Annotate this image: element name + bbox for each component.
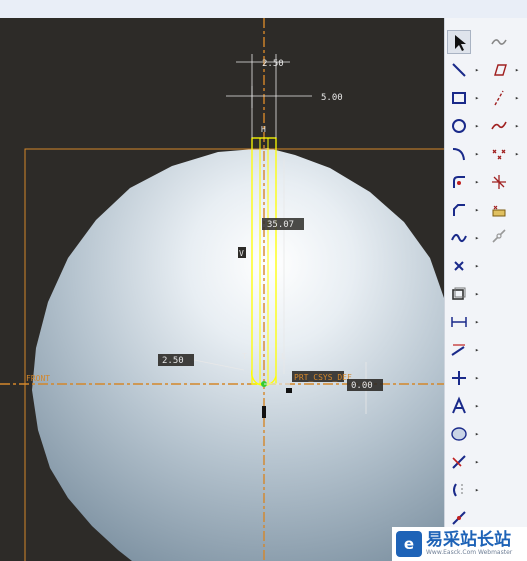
constraint-t-label: T <box>242 352 247 361</box>
tool-datum-axis[interactable] <box>487 86 511 110</box>
tool-datum-point[interactable] <box>487 142 511 166</box>
graphics-window[interactable]: 2.50 5.00 H 35.07 V 2.50 T L FRONT PRT_C… <box>0 18 444 561</box>
tool-flyout-arrow[interactable]: ▸ <box>475 430 481 438</box>
chain-icon <box>492 229 506 243</box>
tool-trim[interactable] <box>447 450 471 474</box>
tool-flyout-arrow[interactable]: ▸ <box>515 150 521 158</box>
mirror-icon <box>453 483 463 497</box>
tool-spline[interactable] <box>447 226 471 250</box>
dim-height[interactable]: 35.07 <box>267 220 294 230</box>
tool-line[interactable] <box>447 58 471 82</box>
tool-flyout-arrow[interactable]: ▸ <box>475 346 481 354</box>
tool-flyout-arrow[interactable]: ▸ <box>475 150 481 158</box>
datum-curve-icon <box>491 39 507 45</box>
circle-icon <box>452 119 466 133</box>
divide-icon <box>452 511 466 525</box>
tool-csys[interactable] <box>487 170 511 194</box>
tool-flyout-arrow[interactable]: ▸ <box>475 122 481 130</box>
tool-flyout-arrow[interactable]: ▸ <box>515 94 521 102</box>
csys-icon <box>492 175 506 189</box>
line-icon <box>452 63 466 77</box>
constraint-v-label: V <box>239 249 244 258</box>
constraint-h-label: H <box>261 125 266 134</box>
sketch-canvas[interactable]: 2.50 5.00 H 35.07 V 2.50 T L FRONT PRT_C… <box>0 18 444 561</box>
csys-label: PRT_CSYS_DEF <box>294 373 352 382</box>
point-icon <box>454 261 464 271</box>
tool-flyout-arrow[interactable]: ▸ <box>475 94 481 102</box>
dim-offset[interactable]: 5.00 <box>321 93 343 103</box>
rectangle-icon <box>452 92 466 104</box>
spline-icon <box>451 234 467 242</box>
tool-flyout-arrow[interactable]: ▸ <box>515 66 521 74</box>
tool-flyout-arrow[interactable]: ▸ <box>475 206 481 214</box>
tool-flyout-arrow[interactable]: ▸ <box>475 486 481 494</box>
watermark-sub: Www.Easck.Com Webmaster <box>426 549 513 556</box>
datum-axis-icon <box>494 90 504 106</box>
tool-mirror[interactable] <box>447 478 471 502</box>
dim-bottom[interactable]: 0.00 <box>351 381 373 391</box>
tool-flyout-arrow[interactable]: ▸ <box>475 318 481 326</box>
top-toolbar-strip <box>0 0 527 19</box>
tool-flyout-arrow[interactable]: ▸ <box>475 178 481 186</box>
tool-datum-plane[interactable] <box>487 58 511 82</box>
watermark-logo: e <box>396 531 422 557</box>
tool-flyout-arrow[interactable]: ▸ <box>475 66 481 74</box>
tool-fillet[interactable] <box>447 170 471 194</box>
tool-offset[interactable] <box>447 282 471 306</box>
chamfer-icon <box>453 204 465 216</box>
tool-dimension[interactable] <box>447 310 471 334</box>
tool-flyout-arrow[interactable]: ▸ <box>475 234 481 242</box>
dim-radius[interactable]: 2.50 <box>162 356 184 366</box>
modify-icon <box>451 344 465 356</box>
constraint-icon <box>452 371 466 385</box>
tool-modify[interactable] <box>447 338 471 362</box>
tool-circle[interactable] <box>447 114 471 138</box>
text-icon <box>452 396 466 414</box>
sketched-curve-icon <box>491 121 507 130</box>
sketch-toolbar: ▸ ▸ ▸ ▸ ▸ ▸ ▸ ▸ ▸ ▸ ▸ ▸ ▸ ▸ ▸ ▸ ▸ ▸ ▸ ▸ <box>444 18 527 561</box>
fillet-icon <box>453 176 465 188</box>
sphere-body <box>32 148 444 561</box>
tool-select[interactable] <box>447 30 471 54</box>
tool-sketched-curve[interactable] <box>487 114 511 138</box>
csys-y-marker <box>262 406 266 418</box>
offset-icon <box>452 287 466 300</box>
trim-icon <box>452 455 466 469</box>
tool-flyout-arrow[interactable]: ▸ <box>475 374 481 382</box>
watermark-main: 易采站长站 <box>426 530 511 550</box>
tool-chain[interactable] <box>487 226 511 250</box>
tool-flyout-arrow[interactable]: ▸ <box>475 262 481 270</box>
tool-constraint[interactable] <box>447 366 471 390</box>
watermark-text: 易采站长站 Www.Easck.Com Webmaster <box>426 531 512 557</box>
tool-flyout-arrow[interactable]: ▸ <box>475 290 481 298</box>
tool-palette[interactable] <box>447 422 471 446</box>
watermark: e 易采站长站 Www.Easck.Com Webmaster <box>392 527 527 561</box>
analysis-icon <box>492 205 506 217</box>
tool-point[interactable] <box>447 254 471 278</box>
select-icon <box>455 35 466 51</box>
tool-flyout-arrow[interactable]: ▸ <box>475 402 481 410</box>
datum-plane-icon <box>494 64 507 76</box>
dim-top-width[interactable]: 2.50 <box>262 59 284 69</box>
dimension-icon <box>451 317 467 327</box>
arc-icon <box>452 148 465 161</box>
tool-arc[interactable] <box>447 142 471 166</box>
tool-text[interactable] <box>447 394 471 418</box>
csys-x-marker <box>286 388 292 393</box>
datum-front-label: FRONT <box>26 374 50 383</box>
tool-chamfer[interactable] <box>447 198 471 222</box>
tool-rectangle[interactable] <box>447 86 471 110</box>
tool-flyout-arrow[interactable]: ▸ <box>475 458 481 466</box>
palette-icon <box>451 427 467 441</box>
constraint-l-label: L <box>281 352 286 361</box>
tool-analysis[interactable] <box>487 198 511 222</box>
tool-flyout-arrow[interactable]: ▸ <box>515 122 521 130</box>
datum-point-icon <box>492 149 506 160</box>
tool-datum-curve[interactable] <box>487 30 511 54</box>
